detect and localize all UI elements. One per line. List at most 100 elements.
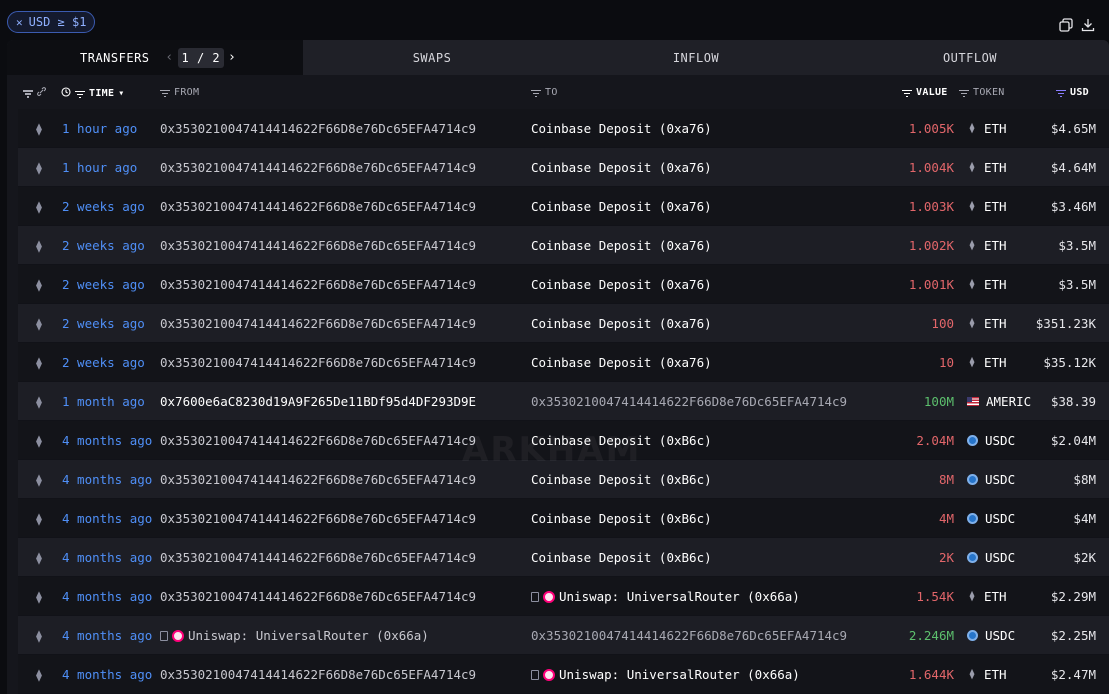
filter-icon[interactable] xyxy=(160,89,170,97)
time-cell[interactable]: 2 weeks ago xyxy=(62,187,145,226)
table-row[interactable]: ⧫ 4 months ago 0x3530210047414414622F66D8e… xyxy=(18,421,1109,460)
from-cell[interactable]: 0x3530210047414414622F66D8e76Dc65EFA4714… xyxy=(160,304,476,343)
entity-link[interactable]: Uniswap: UniversalRouter (0x66a) xyxy=(160,628,429,643)
from-cell[interactable]: 0x7600e6aC8230d19A9F265De11BDf95d4DF293D… xyxy=(160,382,476,421)
time-link[interactable]: 4 months ago xyxy=(62,433,152,448)
to-cell[interactable]: 0x3530210047414414622F66D8e76Dc65EFA4714… xyxy=(531,382,847,421)
time-cell[interactable]: 1 hour ago xyxy=(62,148,137,187)
from-cell[interactable]: 0x3530210047414414622F66D8e76Dc65EFA4714… xyxy=(160,460,476,499)
to-cell[interactable]: Coinbase Deposit (0xa76) xyxy=(531,187,712,226)
token-cell[interactable]: USDC xyxy=(967,538,1015,577)
token-cell[interactable]: USDC xyxy=(967,499,1015,538)
header-time[interactable]: TIME ▾ xyxy=(61,87,125,100)
from-address[interactable]: 0x3530210047414414622F66D8e76Dc65EFA4714… xyxy=(160,277,476,292)
header-usd[interactable]: USD xyxy=(1056,87,1089,98)
to-address[interactable]: Coinbase Deposit (0xa76) xyxy=(531,121,712,136)
time-cell[interactable]: 4 months ago xyxy=(62,499,152,538)
token-cell[interactable]: AMERIC xyxy=(967,382,1031,421)
time-cell[interactable]: 4 months ago xyxy=(62,577,152,616)
from-address[interactable]: 0x7600e6aC8230d19A9F265De11BDf95d4DF293D… xyxy=(160,394,476,409)
time-link[interactable]: 4 months ago xyxy=(62,550,152,565)
time-cell[interactable]: 2 weeks ago xyxy=(62,226,145,265)
time-cell[interactable]: 1 hour ago xyxy=(62,109,137,148)
to-address[interactable]: Coinbase Deposit (0xB6c) xyxy=(531,511,712,526)
to-address[interactable]: Coinbase Deposit (0xa76) xyxy=(531,238,712,253)
table-row[interactable]: ⧫ 1 month ago 0x7600e6aC8230d19A9F265De11B… xyxy=(18,382,1109,421)
table-row[interactable]: ⧫ 4 months ago 0x3530210047414414622F66D8e… xyxy=(18,499,1109,538)
from-address[interactable]: 0x3530210047414414622F66D8e76Dc65EFA4714… xyxy=(160,433,476,448)
token-cell[interactable]: USDC xyxy=(967,616,1015,655)
from-address[interactable]: 0x3530210047414414622F66D8e76Dc65EFA4714… xyxy=(160,667,476,682)
token-cell[interactable]: ⧫ ETH xyxy=(967,265,1007,304)
from-address[interactable]: 0x3530210047414414622F66D8e76Dc65EFA4714… xyxy=(160,199,476,214)
to-address[interactable]: Coinbase Deposit (0xa76) xyxy=(531,160,712,175)
to-cell[interactable]: 0x3530210047414414622F66D8e76Dc65EFA4714… xyxy=(531,616,847,655)
time-cell[interactable]: 4 months ago xyxy=(62,538,152,577)
time-link[interactable]: 1 month ago xyxy=(62,394,145,409)
time-link[interactable]: 4 months ago xyxy=(62,628,152,643)
time-cell[interactable]: 2 weeks ago xyxy=(62,343,145,382)
time-link[interactable]: 4 months ago xyxy=(62,589,152,604)
from-address[interactable]: 0x3530210047414414622F66D8e76Dc65EFA4714… xyxy=(160,589,476,604)
table-row[interactable]: ⧫ 2 weeks ago 0x3530210047414414622F66D8e7… xyxy=(18,226,1109,265)
to-cell[interactable]: Coinbase Deposit (0xa76) xyxy=(531,226,712,265)
from-address[interactable]: 0x3530210047414414622F66D8e76Dc65EFA4714… xyxy=(160,511,476,526)
from-cell[interactable]: Uniswap: UniversalRouter (0x66a) xyxy=(160,616,429,655)
time-link[interactable]: 1 hour ago xyxy=(62,160,137,175)
usd-filter-chip[interactable]: ✕ USD ≥ $1 xyxy=(7,11,95,33)
to-cell[interactable]: Coinbase Deposit (0xa76) xyxy=(531,148,712,187)
table-row[interactable]: ⧫ 4 months ago Uniswap: UniversalRouter (0… xyxy=(18,616,1109,655)
filter-icon[interactable] xyxy=(75,90,85,98)
table-row[interactable]: ⧫ 1 hour ago 0x3530210047414414622F66D8e76… xyxy=(18,148,1109,187)
time-link[interactable]: 2 weeks ago xyxy=(62,355,145,370)
filter-icon[interactable] xyxy=(531,89,541,97)
table-row[interactable]: ⧫ 2 weeks ago 0x3530210047414414622F66D8e7… xyxy=(18,304,1109,343)
to-address[interactable]: Coinbase Deposit (0xB6c) xyxy=(531,472,712,487)
table-row[interactable]: ⧫ 2 weeks ago 0x3530210047414414622F66D8e7… xyxy=(18,265,1109,304)
next-page-icon[interactable]: › xyxy=(226,50,238,65)
token-cell[interactable]: USDC xyxy=(967,421,1015,460)
from-cell[interactable]: 0x3530210047414414622F66D8e76Dc65EFA4714… xyxy=(160,265,476,304)
to-cell[interactable]: Coinbase Deposit (0xB6c) xyxy=(531,421,712,460)
filter-icon[interactable] xyxy=(1056,89,1066,97)
to-address[interactable]: Coinbase Deposit (0xB6c) xyxy=(531,433,712,448)
to-cell[interactable]: Coinbase Deposit (0xB6c) xyxy=(531,538,712,577)
header-from[interactable]: FROM xyxy=(160,87,199,98)
token-cell[interactable]: ⧫ ETH xyxy=(967,577,1007,616)
time-cell[interactable]: 4 months ago xyxy=(62,421,152,460)
to-address[interactable]: Coinbase Deposit (0xa76) xyxy=(531,277,712,292)
token-cell[interactable]: ⧫ ETH xyxy=(967,187,1007,226)
entity-link[interactable]: Uniswap: UniversalRouter (0x66a) xyxy=(531,589,800,604)
time-cell[interactable]: 2 weeks ago xyxy=(62,304,145,343)
table-row[interactable]: ⧫ 1 hour ago 0x3530210047414414622F66D8e76… xyxy=(18,109,1109,148)
to-cell[interactable]: Coinbase Deposit (0xa76) xyxy=(531,304,712,343)
to-cell[interactable]: Coinbase Deposit (0xB6c) xyxy=(531,499,712,538)
time-cell[interactable]: 4 months ago xyxy=(62,460,152,499)
from-address[interactable]: 0x3530210047414414622F66D8e76Dc65EFA4714… xyxy=(160,316,476,331)
entity-link[interactable]: Uniswap: UniversalRouter (0x66a) xyxy=(531,667,800,682)
time-link[interactable]: 2 weeks ago xyxy=(62,316,145,331)
token-cell[interactable]: ⧫ ETH xyxy=(967,304,1007,343)
copy-icon[interactable] xyxy=(1059,18,1073,32)
from-cell[interactable]: 0x3530210047414414622F66D8e76Dc65EFA4714… xyxy=(160,538,476,577)
download-icon[interactable] xyxy=(1081,18,1095,32)
to-cell[interactable]: Coinbase Deposit (0xa76) xyxy=(531,343,712,382)
from-cell[interactable]: 0x3530210047414414622F66D8e76Dc65EFA4714… xyxy=(160,226,476,265)
tab-transfers[interactable]: TRANSFERS ‹ 1 / 2 › xyxy=(7,40,303,75)
time-link[interactable]: 2 weeks ago xyxy=(62,238,145,253)
filter-icon[interactable] xyxy=(23,89,33,98)
header-value[interactable]: VALUE xyxy=(902,87,948,98)
time-link[interactable]: 2 weeks ago xyxy=(62,277,145,292)
table-row[interactable]: ⧫ 4 months ago 0x3530210047414414622F66D8e… xyxy=(18,577,1109,616)
sort-desc-icon[interactable]: ▾ xyxy=(118,88,124,99)
tab-swaps[interactable]: SWAPS xyxy=(303,40,561,75)
header-token[interactable]: TOKEN xyxy=(959,87,1005,98)
table-row[interactable]: ⧫ 4 months ago 0x3530210047414414622F66D8e… xyxy=(18,460,1109,499)
from-cell[interactable]: 0x3530210047414414622F66D8e76Dc65EFA4714… xyxy=(160,148,476,187)
from-cell[interactable]: 0x3530210047414414622F66D8e76Dc65EFA4714… xyxy=(160,655,476,694)
link-icon[interactable] xyxy=(37,87,46,99)
table-row[interactable]: ⧫ 4 months ago 0x3530210047414414622F66D8e… xyxy=(18,538,1109,577)
time-cell[interactable]: 4 months ago xyxy=(62,655,152,694)
to-cell[interactable]: Coinbase Deposit (0xB6c) xyxy=(531,460,712,499)
header-filter-type[interactable] xyxy=(23,87,46,99)
